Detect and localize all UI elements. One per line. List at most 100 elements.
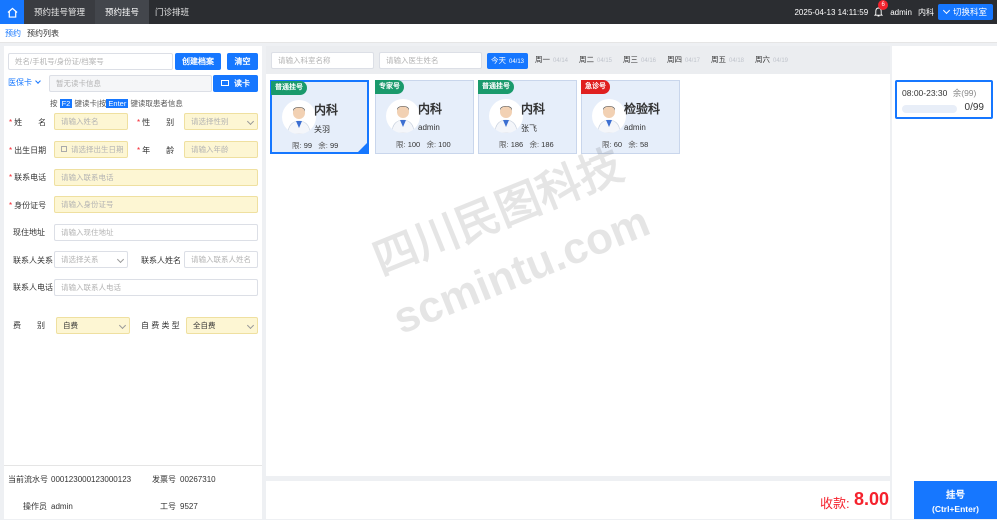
tab-appointment-management[interactable]: 预约挂号管理 — [24, 0, 96, 24]
day-tab-tue[interactable]: 周二 04/15 — [579, 54, 612, 65]
divider — [4, 465, 262, 466]
switch-department-label: 切换科室 — [952, 7, 987, 17]
contact-name-label: 联系人姓名 — [141, 256, 181, 265]
payment-amount: 8.00 — [854, 489, 890, 509]
department-name: 内科 — [418, 102, 443, 116]
department-name: 内科 — [314, 103, 339, 117]
tab-outpatient-schedule[interactable]: 门诊排班 — [145, 0, 199, 24]
registration-type-tag: 普通挂号 — [478, 80, 514, 94]
doctor-name: admin — [418, 123, 440, 132]
register-shortcut-label: (Ctrl+Enter) — [932, 504, 979, 514]
home-icon[interactable] — [0, 0, 24, 24]
staff-id-label: 工号 — [160, 502, 176, 511]
switch-department-button[interactable]: 切换科室 — [937, 4, 993, 20]
self-pay-type-select[interactable]: 全自费 — [186, 317, 258, 334]
register-button-label: 挂号 — [945, 490, 965, 501]
chevron-down-icon — [35, 78, 41, 84]
contact-name-input[interactable]: 请输入联系人姓名 — [184, 251, 258, 268]
card-icon — [221, 80, 229, 86]
id-number-input[interactable]: 请输入身份证号 — [54, 196, 258, 213]
name-label: * 姓 名 — [9, 118, 47, 127]
registration-type-tag: 普通挂号 — [271, 81, 307, 95]
department-name: 内科 — [521, 102, 546, 116]
clear-button[interactable]: 清空 — [227, 53, 258, 70]
operator-label: 操作员 — [23, 502, 47, 511]
payment-bar: 收款: 8.00 — [266, 481, 890, 519]
age-label: * 年 龄 — [137, 146, 175, 155]
card-type-select[interactable]: 医保卡 — [8, 77, 41, 88]
calendar-icon — [61, 146, 67, 152]
doctor-card[interactable]: 急诊号 检验科 admin 限: 60 余: 58 — [581, 80, 680, 154]
bell-icon[interactable]: 6 — [874, 0, 889, 18]
phone-label: * 联系电话 — [9, 173, 47, 182]
serial-number-value: 000123000123000123 — [51, 475, 132, 484]
quota-info: 限: 100 余: 100 — [396, 140, 451, 149]
doctor-search-input[interactable]: 请输入医生姓名 — [379, 52, 482, 69]
contact-phone-label: 联系人电话 — [13, 283, 53, 292]
fee-type-label: 费 别 — [13, 321, 45, 330]
quota-info: 限: 99 余: 99 — [292, 141, 339, 150]
tab-appointment-registration[interactable]: 预约挂号 — [95, 0, 150, 24]
self-pay-type-label: 自 费 类 型 — [141, 321, 180, 330]
schedule-panel: 请输入科室名称 请输入医生姓名 今天 04/13 周一 04/14 周二 04/15 … — [266, 46, 890, 476]
slot-progress-bar — [902, 105, 957, 113]
gender-label: * 性 别 — [137, 118, 175, 127]
sub-tabbar: 预约 预约列表 — [0, 24, 997, 43]
name-input[interactable]: 请输入姓名 — [54, 113, 128, 130]
notification-badge: 6 — [878, 0, 889, 10]
day-tab-wed[interactable]: 周三 04/16 — [623, 54, 656, 65]
contact-relation-select[interactable]: 请选择关系 — [54, 251, 128, 268]
schedule-header: 请输入科室名称 请输入医生姓名 今天 04/13 周一 04/14 周二 04/15 … — [266, 46, 890, 74]
chevron-down-icon — [942, 6, 951, 15]
day-tab-today[interactable]: 今天 04/13 — [487, 53, 529, 69]
subtab-appointment-list[interactable]: 预约列表 — [27, 24, 59, 43]
shortcut-hint: 按 F2 键读卡|按 Enter 键读取患者信息 — [50, 99, 183, 108]
birthdate-label: * 出生日期 — [9, 146, 47, 155]
address-input[interactable]: 请输入现住地址 — [54, 224, 258, 241]
serial-number-label: 当前流水号 — [8, 475, 48, 484]
address-label: 现住地址 — [13, 228, 45, 237]
slot-remaining: 余(99) — [952, 88, 977, 98]
create-record-button[interactable]: 创建档案 — [175, 53, 221, 70]
doctor-avatar — [592, 99, 626, 133]
doctor-card[interactable]: 普通挂号 内科 张飞 限: 186 余: 186 — [478, 80, 577, 154]
selected-check-icon — [358, 143, 367, 152]
user-name[interactable]: admin — [890, 8, 912, 17]
age-input[interactable]: 请输入年龄 — [184, 141, 258, 158]
doctor-avatar — [282, 100, 316, 134]
day-tab-fri[interactable]: 周五 04/18 — [711, 54, 744, 65]
quota-info: 限: 186 余: 186 — [499, 140, 554, 149]
day-tab-thu[interactable]: 周四 04/17 — [667, 54, 700, 65]
top-navbar: 预约挂号管理 预约挂号 门诊排班 2025-04-13 14:11:59 6 a… — [0, 0, 997, 24]
quota-info: 限: 60 余: 58 — [602, 140, 649, 149]
department-search-input[interactable]: 请输入科室名称 — [271, 52, 374, 69]
chevron-down-icon — [246, 117, 255, 126]
doctor-avatar — [489, 99, 523, 133]
slot-count: 0/99 — [964, 102, 984, 113]
card-info-field: 暂无读卡信息 — [49, 75, 212, 92]
gender-select[interactable]: 请选择性别 — [184, 113, 258, 130]
operator-value: admin — [51, 502, 73, 511]
datetime: 2025-04-13 14:11:59 — [794, 7, 869, 17]
fee-type-select[interactable]: 自费 — [56, 317, 130, 334]
doctor-avatar — [386, 99, 420, 133]
read-card-button[interactable]: 读卡 — [213, 75, 258, 92]
time-slot-card[interactable]: 08:00-23:30 余(99) 0/99 — [895, 80, 993, 119]
day-tab-mon[interactable]: 周一 04/14 — [535, 54, 568, 65]
chevron-down-icon — [246, 321, 255, 330]
doctor-card[interactable]: 专家号 内科 admin 限: 100 余: 100 — [375, 80, 474, 154]
contact-phone-input[interactable]: 请输入联系人电话 — [54, 279, 258, 296]
contact-relation-label: 联系人关系 — [13, 256, 53, 265]
doctor-card[interactable]: 普通挂号 内科 关羽 限: 99 余: 99 — [270, 80, 369, 154]
subtab-appointment[interactable]: 预约 — [5, 24, 21, 43]
id-number-label: * 身份证号 — [9, 201, 47, 210]
doctor-name: admin — [624, 123, 646, 132]
birthdate-picker[interactable]: 请选择出生日期 — [54, 141, 128, 158]
day-tab-sat[interactable]: 周六 04/19 — [755, 54, 788, 65]
time-slot-panel: 08:00-23:30 余(99) 0/99 — [892, 46, 997, 519]
patient-search-input[interactable]: 姓名/手机号/身份证/档案号 — [8, 53, 173, 70]
invoice-number-value: 00267310 — [180, 475, 216, 484]
doctor-name: 张飞 — [521, 124, 537, 133]
register-button[interactable]: 挂号 (Ctrl+Enter) — [914, 481, 997, 519]
phone-input[interactable]: 请输入联系电话 — [54, 169, 258, 186]
